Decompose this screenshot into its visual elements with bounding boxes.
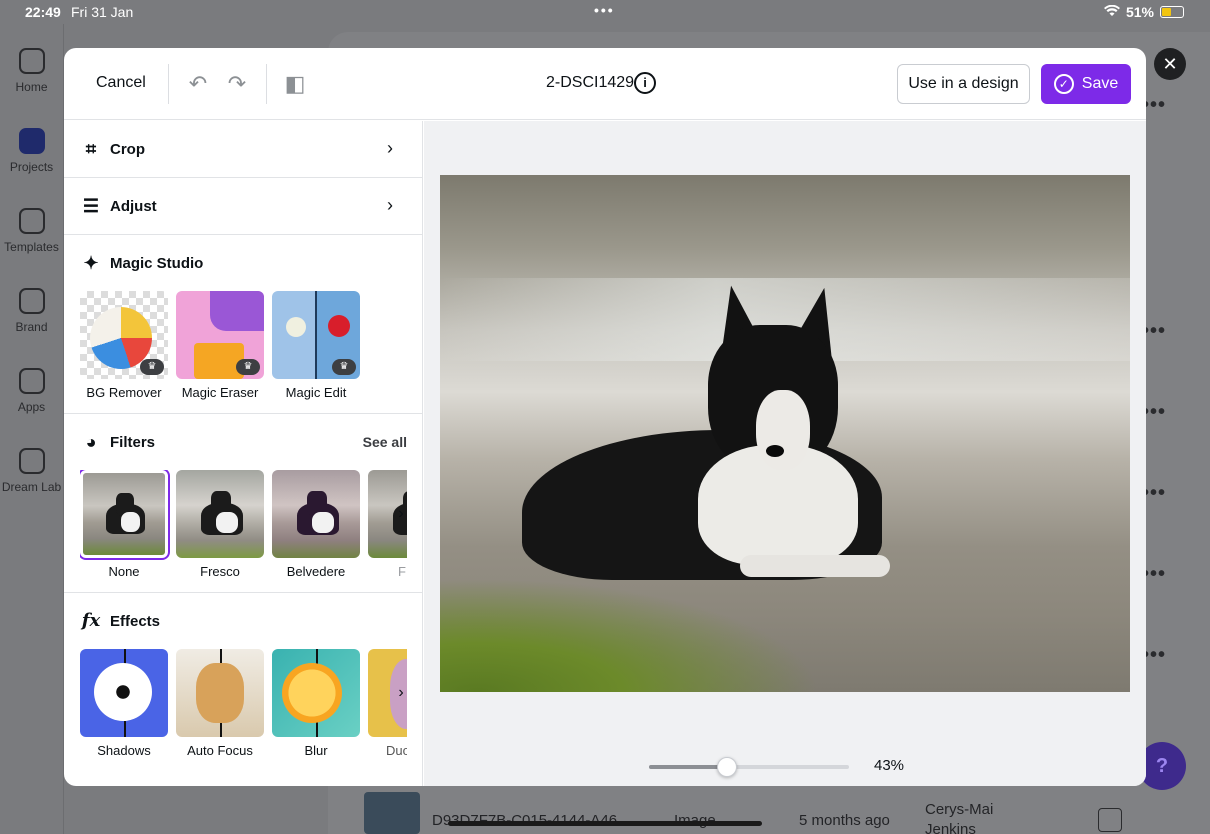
battery-indicator: 51% [1103,4,1184,20]
battery-icon [1160,6,1184,18]
soccer-ball-thumbnail [80,649,168,737]
status-time: 22:49 [25,4,61,20]
wifi-icon [1103,4,1120,20]
sidebar-item-templates[interactable]: Templates [0,208,63,254]
list-item[interactable]: D93D7F7B-C015-4144-A46 Image 5 months ag… [360,792,1200,834]
image-editor-modal: Cancel ↶ ↷ ◧ 2-DSCI1429 i Use in a desig… [64,48,1146,786]
zoom-value: 43% [874,757,905,774]
filter-fresco[interactable]: Fresco [176,470,264,579]
effects-header: fx Effects [81,610,161,631]
fries-thumbnail: ♛ [176,291,264,379]
sidebar-item-brand[interactable]: Brand [0,288,63,334]
save-label: Save [1081,75,1119,92]
magic-studio-section: ✦ Magic Studio ♛ BG Remover ♛ Magic Eras… [64,235,423,414]
brand-icon [18,288,45,314]
status-date: Fri 31 Jan [71,4,134,20]
dog-thumbnail [80,470,170,560]
effects-list: Shadows Auto Focus Blur Duo [80,649,407,758]
magic-tool-magic-eraser[interactable]: ♛ Magic Eraser [176,291,264,400]
file-thumbnail [364,792,420,834]
row-checkbox[interactable] [1098,808,1122,832]
magic-studio-header: ✦ Magic Studio [80,252,203,274]
chevron-right-icon: › [387,195,393,215]
crop-icon: ⌗ [85,139,97,159]
flowers-thumbnail: ♛ [272,291,360,379]
adjust-sliders-icon: ☰ [82,196,100,216]
effect-shadows[interactable]: Shadows [80,649,168,758]
dog-thumbnail [272,470,360,558]
use-in-design-button[interactable]: Use in a design [897,64,1030,104]
orange-slice-thumbnail [272,649,360,737]
sidebar-item-dream-lab[interactable]: Dream Lab [0,448,63,494]
undo-icon[interactable]: ↶ [186,72,210,96]
filters-list: None Fresco Belvedere F [80,470,407,579]
beach-ball-thumbnail: ♛ [80,291,168,379]
magic-tools-list: ♛ BG Remover ♛ Magic Eraser ♛ Magic Edit [80,291,407,400]
background-sidebar: Home Projects Templates Brand Apps Dream… [0,24,63,834]
editor-toolbar: Cancel ↶ ↷ ◧ 2-DSCI1429 i Use in a desig… [64,48,1146,120]
sidebar-item-apps[interactable]: Apps [0,368,63,414]
fx-icon: fx [81,610,101,631]
multitasking-dots-icon[interactable]: ••• [594,2,615,18]
file-title: 2-DSCI1429 [546,74,635,91]
magic-tool-magic-edit[interactable]: ♛ Magic Edit [272,291,360,400]
battery-percent: 51% [1125,4,1154,20]
filter-none[interactable]: None [80,470,170,579]
cancel-button[interactable]: Cancel [96,74,146,92]
crop-header: ⌗ Crop [80,138,145,160]
adjust-row[interactable]: ☰ Adjust › [64,178,423,235]
dream-lab-icon [18,448,45,474]
toolbar-divider [168,64,169,104]
image-canvas: 43% [424,121,1146,786]
crown-icon: ♛ [332,359,356,375]
status-bar: 22:49 Fri 31 Jan ••• 51% [0,0,1210,24]
magic-tool-bg-remover[interactable]: ♛ BG Remover [80,291,168,400]
sidebar-item-projects[interactable]: Projects [0,128,63,174]
chevron-right-icon[interactable]: › [387,679,415,707]
sidebar-item-home[interactable]: Home [0,48,63,94]
apps-icon [18,368,45,394]
info-icon[interactable]: i [634,72,656,94]
zoom-slider[interactable] [649,757,849,777]
filters-header: ◕ Filters [80,431,155,453]
file-owner: Cerys-Mai Jenkins [925,801,994,834]
adjust-header: ☰ Adjust [80,195,157,217]
home-indicator[interactable] [448,821,762,826]
crown-icon: ♛ [140,359,164,375]
chevron-right-icon: › [387,138,393,158]
close-editor-button[interactable]: ✕ [1154,48,1186,80]
check-circle-icon: ✓ [1053,74,1074,94]
crown-icon: ♛ [236,359,260,375]
filters-icon: ◕ [85,432,97,452]
save-button[interactable]: ✓ Save [1041,64,1131,104]
redo-icon[interactable]: ↷ [225,72,249,96]
effects-section: fx Effects Shadows Auto Focus Blur Duo › [64,593,423,786]
effect-blur[interactable]: Blur [272,649,360,758]
dog-thumbnail [176,470,264,558]
edit-tools-panel: ⌗ Crop › ☰ Adjust › ✦ Magic Studio ♛ BG … [64,121,423,786]
toolbar-divider [266,64,267,104]
effect-auto-focus[interactable]: Auto Focus [176,649,264,758]
see-all-filters-link[interactable]: See all [363,434,407,450]
templates-icon [18,208,45,234]
crop-row[interactable]: ⌗ Crop › [64,121,423,178]
file-edited: 5 months ago [799,812,890,829]
folder-icon [18,128,45,154]
home-icon [18,48,45,74]
sparkle-icon: ✦ [83,253,99,273]
filter-belvedere[interactable]: Belvedere [272,470,360,579]
filters-section: ◕ Filters See all None Fresco Belvedere [64,414,423,593]
golden-retriever-thumbnail [176,649,264,737]
chevron-right-icon[interactable]: › [387,500,415,528]
edited-photo[interactable] [440,175,1130,692]
compare-icon[interactable]: ◧ [283,72,307,96]
zoom-slider-handle[interactable] [717,757,737,777]
